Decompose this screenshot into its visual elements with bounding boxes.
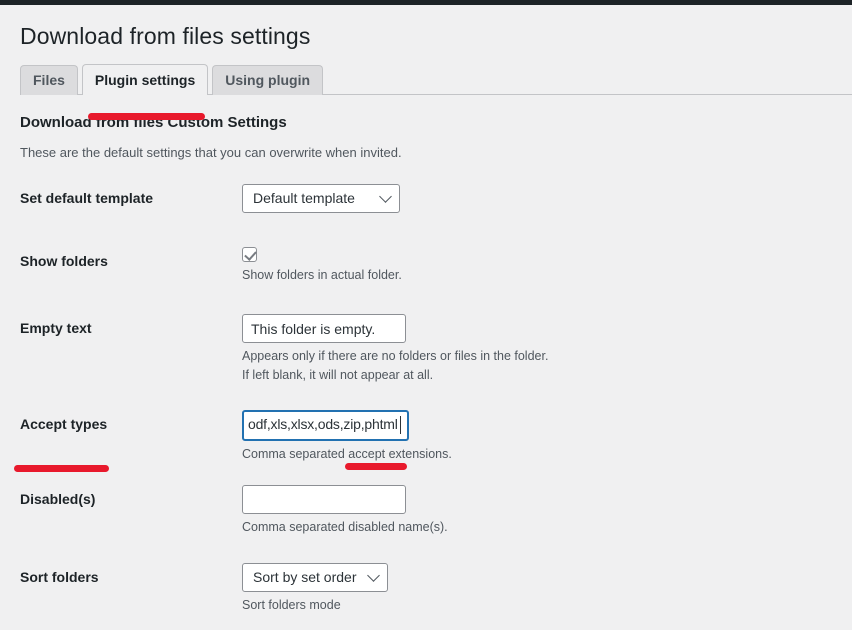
section-heading: Download from files Custom Settings [20,114,852,131]
sort-folders-value: Sort by set order [253,569,357,585]
empty-text-description-line1: Appears only if there are no folders or … [242,347,852,365]
tab-files-label: Files [33,73,65,87]
disabled-input[interactable] [242,485,406,514]
chevron-down-icon [367,569,380,582]
row-accept-types: Accept types odf,xls,xlsx,ods,zip,phtml … [20,410,852,463]
label-show-folders: Show folders [20,247,242,269]
label-default-template: Set default template [20,184,242,206]
tab-bar: Files Plugin settings Using plugin [20,64,852,95]
settings-page: Download from files settings Files Plugi… [0,22,852,630]
accept-types-description: Comma separated accept extensions. [242,445,852,463]
row-disabled: Disabled(s) Comma separated disabled nam… [20,485,852,536]
default-template-select[interactable]: Default template [242,184,400,213]
tab-using-plugin-label: Using plugin [225,73,310,87]
sort-folders-description: Sort folders mode [242,596,852,614]
label-empty-text: Empty text [20,314,242,336]
admin-bar [0,0,852,5]
row-sort-folders: Sort folders Sort by set order Sort fold… [20,563,852,614]
disabled-description: Comma separated disabled name(s). [242,518,852,536]
default-template-value: Default template [253,190,355,206]
sort-folders-select[interactable]: Sort by set order [242,563,388,592]
row-show-folders: Show folders Show folders in actual fold… [20,247,852,284]
page-title: Download from files settings [20,22,852,52]
accept-types-input[interactable]: odf,xls,xlsx,ods,zip,phtml [242,410,409,441]
label-accept-types: Accept types [20,410,242,432]
settings-form: Set default template Default template Sh… [20,184,852,614]
label-disabled: Disabled(s) [20,485,242,507]
row-empty-text: Empty text Appears only if there are no … [20,314,852,384]
tab-files[interactable]: Files [20,65,78,95]
empty-text-input[interactable] [242,314,406,343]
section-description: These are the default settings that you … [20,145,852,160]
chevron-down-icon [379,191,392,204]
tab-using-plugin[interactable]: Using plugin [212,65,323,95]
empty-text-description-line2: If left blank, it will not appear at all… [242,366,852,384]
row-default-template: Set default template Default template [20,184,852,213]
show-folders-checkbox[interactable] [242,247,257,262]
label-sort-folders: Sort folders [20,563,242,585]
accept-types-value: odf,xls,xlsx,ods,zip,phtml [248,416,398,432]
show-folders-description: Show folders in actual folder. [242,266,852,284]
tab-plugin-settings-label: Plugin settings [95,73,195,87]
text-caret [400,416,401,434]
tab-plugin-settings[interactable]: Plugin settings [82,64,208,95]
